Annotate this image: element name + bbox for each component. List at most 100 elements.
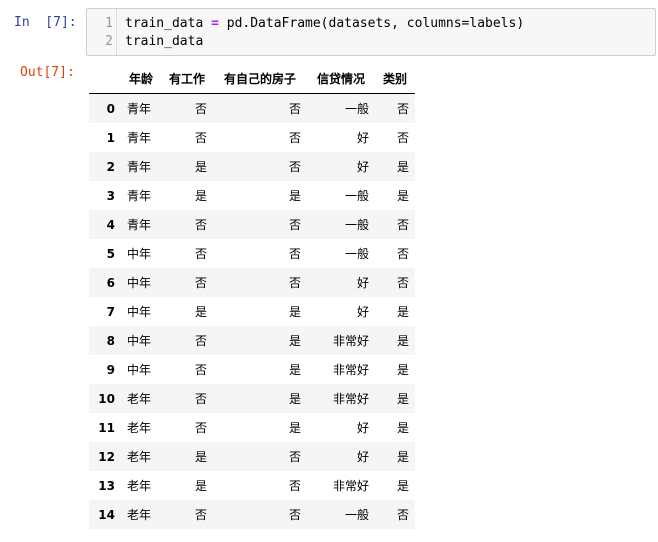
row-index: 9 bbox=[106, 362, 115, 377]
table-row: 8 中年 否 是 非常好 是 bbox=[89, 326, 415, 355]
table-cell: 否 bbox=[194, 131, 207, 145]
table-cell: 一般 bbox=[344, 508, 369, 522]
table-cell: 一般 bbox=[344, 102, 369, 116]
table-cell: 好 bbox=[356, 276, 369, 290]
column-header: 年龄 bbox=[121, 64, 161, 94]
table-row: 13 老年 是 否 非常好 是 bbox=[89, 471, 415, 500]
table-cell: 是 bbox=[288, 363, 301, 377]
code-cell[interactable]: 1 2 train_data = pd.DataFrame(datasets, … bbox=[86, 8, 656, 56]
table-cell: 非常好 bbox=[332, 479, 369, 493]
table-cell: 否 bbox=[396, 508, 409, 522]
table-cell: 是 bbox=[288, 189, 301, 203]
table-cell: 非常好 bbox=[332, 392, 369, 406]
table-cell: 否 bbox=[194, 102, 207, 116]
table-cell: 否 bbox=[194, 392, 207, 406]
column-header: 类别 bbox=[375, 64, 415, 94]
row-index: 0 bbox=[106, 101, 115, 116]
table-cell: 好 bbox=[356, 160, 369, 174]
output-prompt: Out[7]: bbox=[20, 65, 75, 80]
row-index: 14 bbox=[98, 507, 115, 522]
table-cell: 中年 bbox=[127, 276, 152, 290]
table-cell: 是 bbox=[396, 160, 409, 174]
table-cell: 是 bbox=[194, 479, 207, 493]
table-cell: 否 bbox=[396, 131, 409, 145]
table-cell: 是 bbox=[288, 305, 301, 319]
code-line[interactable]: train_data = pd.DataFrame(datasets, colu… bbox=[125, 15, 524, 32]
table-cell: 好 bbox=[356, 131, 369, 145]
row-index: 2 bbox=[106, 159, 115, 174]
table-cell: 否 bbox=[194, 508, 207, 522]
table-cell: 青年 bbox=[127, 131, 152, 145]
table-row: 14 老年 否 否 一般 否 bbox=[89, 500, 415, 529]
table-cell: 否 bbox=[288, 508, 301, 522]
table-cell: 否 bbox=[396, 247, 409, 261]
table-row: 7 中年 是 是 好 是 bbox=[89, 297, 415, 326]
table-cell: 否 bbox=[288, 450, 301, 464]
row-index: 8 bbox=[106, 333, 115, 348]
table-cell: 一般 bbox=[344, 189, 369, 203]
row-index: 13 bbox=[98, 478, 115, 493]
table-cell: 好 bbox=[356, 450, 369, 464]
table-cell: 是 bbox=[288, 421, 301, 435]
table-cell: 否 bbox=[194, 334, 207, 348]
row-index: 10 bbox=[98, 391, 115, 406]
table-cell: 否 bbox=[288, 276, 301, 290]
table-cell: 一般 bbox=[344, 247, 369, 261]
table-row: 3 青年 是 是 一般 是 bbox=[89, 181, 415, 210]
table-cell: 是 bbox=[396, 363, 409, 377]
table-cell: 否 bbox=[288, 131, 301, 145]
column-header: 有工作 bbox=[161, 64, 213, 94]
table-cell: 好 bbox=[356, 305, 369, 319]
table-body: 0 青年否否一般否 1 青年否否好否 2 青年是否好是 3 青年是是一般是 4 青年否否一般否 5 中… bbox=[89, 93, 415, 529]
table-row: 6 中年 否 否 好 否 bbox=[89, 268, 415, 297]
table-cell: 是 bbox=[288, 392, 301, 406]
table-cell: 否 bbox=[288, 218, 301, 232]
table-cell: 否 bbox=[194, 247, 207, 261]
code-line[interactable]: train_data bbox=[125, 33, 203, 50]
table-cell: 否 bbox=[288, 102, 301, 116]
table-cell: 一般 bbox=[344, 218, 369, 232]
table-row: 9 中年 否 是 非常好 是 bbox=[89, 355, 415, 384]
row-index: 7 bbox=[106, 304, 115, 319]
table-cell: 否 bbox=[396, 276, 409, 290]
table-cell: 中年 bbox=[127, 334, 152, 348]
assignment-operator: = bbox=[211, 16, 219, 31]
index-header bbox=[89, 64, 121, 94]
table-cell: 否 bbox=[194, 276, 207, 290]
input-prompt: In [7]: bbox=[14, 15, 77, 30]
table-cell: 是 bbox=[396, 334, 409, 348]
table-cell: 好 bbox=[356, 421, 369, 435]
row-index: 4 bbox=[106, 217, 115, 232]
table-cell: 否 bbox=[194, 218, 207, 232]
table-cell: 青年 bbox=[127, 218, 152, 232]
table-cell: 否 bbox=[288, 479, 301, 493]
table-row: 12 老年 是 否 好 是 bbox=[89, 442, 415, 471]
table-cell: 老年 bbox=[127, 508, 152, 522]
row-index: 11 bbox=[98, 420, 115, 435]
table-cell: 是 bbox=[396, 421, 409, 435]
row-index: 12 bbox=[98, 449, 115, 464]
row-index: 5 bbox=[106, 246, 115, 261]
row-index: 3 bbox=[106, 188, 115, 203]
table-cell: 中年 bbox=[127, 305, 152, 319]
table-cell: 是 bbox=[396, 450, 409, 464]
table-cell: 否 bbox=[194, 421, 207, 435]
table-cell: 否 bbox=[194, 363, 207, 377]
line-number: 2 bbox=[105, 34, 113, 49]
table-cell: 是 bbox=[194, 305, 207, 319]
table-cell: 是 bbox=[194, 189, 207, 203]
row-index: 1 bbox=[106, 130, 115, 145]
table-cell: 是 bbox=[194, 160, 207, 174]
column-header: 有自己的房子 bbox=[213, 64, 307, 94]
line-number: 1 bbox=[105, 16, 113, 31]
column-header: 信贷情况 bbox=[307, 64, 375, 94]
table-cell: 非常好 bbox=[332, 334, 369, 348]
table-row: 0 青年 否 否 一般 否 bbox=[89, 93, 415, 123]
table-row: 10 老年 否 是 非常好 是 bbox=[89, 384, 415, 413]
table-cell: 青年 bbox=[127, 102, 152, 116]
table-cell: 是 bbox=[396, 392, 409, 406]
table-cell: 是 bbox=[396, 189, 409, 203]
table-row: 1 青年 否 否 好 否 bbox=[89, 123, 415, 152]
table-cell: 中年 bbox=[127, 363, 152, 377]
row-index: 6 bbox=[106, 275, 115, 290]
